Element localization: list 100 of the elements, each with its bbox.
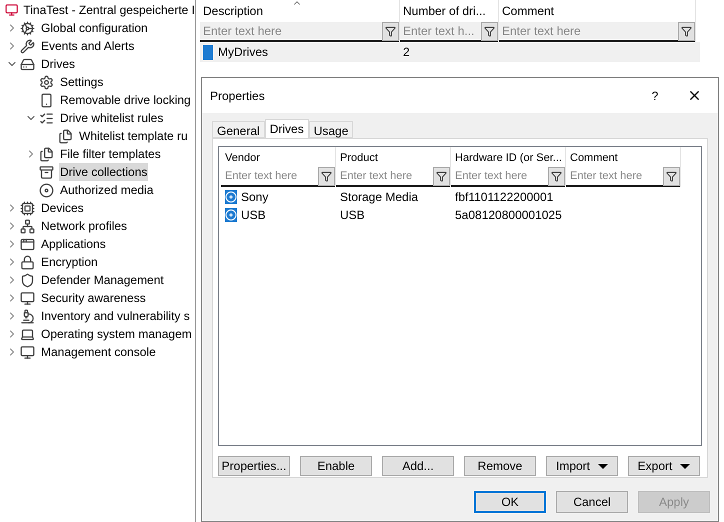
filter-button[interactable] (382, 22, 399, 40)
filter-field[interactable]: Enter text here (566, 167, 680, 187)
tree-item[interactable]: Events and Alerts (40, 37, 136, 55)
tree-node-icon (58, 128, 73, 144)
tree-item[interactable]: Applications (40, 235, 107, 253)
filter-button[interactable] (318, 166, 335, 186)
drive-icon (225, 208, 237, 222)
filter-icon (436, 170, 447, 182)
tree-item[interactable]: File filter templates (59, 145, 162, 163)
action-button[interactable]: Properties... (218, 456, 290, 476)
table-cell-text: 5a08120800001025 (455, 206, 562, 224)
tree-node-icon (39, 164, 54, 180)
tree-item[interactable]: Drives (40, 55, 76, 73)
drive-icon (225, 190, 237, 204)
column-header[interactable]: Description (203, 2, 264, 20)
help-button[interactable]: ? (645, 86, 665, 104)
action-button[interactable]: Enable (300, 456, 372, 476)
filter-input[interactable]: Enter text here (200, 22, 382, 40)
filter-icon (551, 170, 562, 182)
column-header[interactable]: Product (340, 150, 378, 166)
tree-node-icon (39, 182, 54, 198)
filter-field[interactable]: Enter text h... (400, 22, 498, 42)
filter-input[interactable]: Enter text here (566, 168, 663, 184)
tree-node-icon (39, 92, 54, 108)
tree-item[interactable]: Operating system managem (40, 325, 193, 343)
dialog-button[interactable]: OK (474, 491, 546, 513)
filter-icon (484, 26, 495, 36)
tree-item[interactable]: Inventory and vulnerability s (40, 307, 191, 325)
tree-item[interactable]: Security awareness (40, 289, 147, 307)
tree-node-icon (20, 200, 35, 216)
filter-field[interactable]: Enter text here (451, 167, 565, 187)
filter-button[interactable] (678, 22, 695, 40)
tree-node-icon (39, 110, 54, 126)
filter-button[interactable] (481, 22, 498, 40)
table-cell-text: Storage Media (340, 188, 418, 206)
dialog-title: Properties (210, 88, 266, 104)
tree-item[interactable]: Whitelist template ru (78, 127, 189, 145)
column-header[interactable]: Comment (570, 150, 618, 166)
action-button[interactable]: Export (628, 456, 700, 476)
filter-button[interactable] (663, 166, 680, 186)
table-cell-text: 2 (403, 44, 410, 61)
table-cell-text: USB (241, 206, 266, 224)
tree-node-icon (39, 74, 54, 90)
tree-node-icon (20, 20, 35, 36)
filter-input[interactable]: Enter text here (336, 168, 433, 184)
filter-input[interactable]: Enter text here (451, 168, 548, 184)
tree-item[interactable]: Authorized media (59, 181, 154, 199)
column-header[interactable]: Comment (502, 2, 554, 20)
collection-icon (203, 44, 213, 60)
tree-item[interactable]: Global configuration (40, 19, 149, 37)
table-cell-text: Sony (241, 188, 268, 206)
tree-node-icon (39, 146, 54, 162)
tree-node-icon (20, 236, 35, 252)
action-button[interactable]: Remove (464, 456, 536, 476)
table-cell-text: USB (340, 206, 365, 224)
tree-node-icon (20, 290, 35, 306)
table-cell-text: fbf1101122200001 (455, 188, 554, 206)
tree-node-icon (20, 254, 35, 270)
column-header[interactable]: Vendor (225, 150, 260, 166)
tree-node-icon (20, 308, 35, 324)
filter-input[interactable]: Enter text h... (400, 22, 481, 40)
action-button[interactable]: Import (546, 456, 618, 476)
tree-item[interactable]: Defender Management (40, 271, 165, 289)
computer-icon (5, 3, 18, 17)
tree-node-icon (20, 326, 35, 342)
tab[interactable]: Usage (308, 121, 354, 138)
tab[interactable]: General (212, 121, 265, 138)
filter-input[interactable]: Enter text here (221, 168, 318, 184)
filter-field[interactable]: Enter text here (336, 167, 450, 187)
tree-node-icon (20, 56, 35, 72)
tree-item[interactable]: Drive whitelist rules (59, 109, 164, 127)
dialog-button[interactable]: Cancel (556, 491, 628, 513)
tree-node-icon (20, 218, 35, 234)
tree-node-icon (20, 272, 35, 288)
column-header[interactable]: Hardware ID (or Ser... (455, 150, 562, 166)
tree-item[interactable]: Removable drive locking (59, 91, 192, 109)
tab[interactable]: Drives (264, 119, 309, 139)
tree-item[interactable]: Management console (40, 343, 157, 361)
filter-button[interactable] (433, 166, 450, 186)
table-cell-text: MyDrives (218, 44, 268, 61)
tree-node-icon (20, 38, 35, 54)
action-button[interactable]: Add... (382, 456, 454, 476)
tree-node-icon (20, 344, 35, 360)
close-icon[interactable] (687, 88, 702, 103)
filter-icon (681, 26, 692, 36)
tree-item[interactable]: Settings (59, 73, 104, 91)
tree-item[interactable]: Encryption (40, 253, 99, 271)
tree-root[interactable]: TinaTest - Zentral gespeicherte I (23, 1, 195, 19)
filter-icon (666, 170, 677, 182)
filter-icon (385, 26, 396, 36)
filter-icon (321, 170, 332, 182)
tree-item[interactable]: Network profiles (40, 217, 128, 235)
filter-field[interactable]: Enter text here (200, 22, 399, 42)
tree-item[interactable]: Drive collections (59, 163, 148, 181)
tree-item[interactable]: Devices (40, 199, 85, 217)
filter-input[interactable]: Enter text here (499, 22, 678, 40)
filter-button[interactable] (548, 166, 565, 186)
column-header[interactable]: Number of dri... (403, 2, 486, 20)
filter-field[interactable]: Enter text here (499, 22, 695, 42)
filter-field[interactable]: Enter text here (221, 167, 335, 187)
